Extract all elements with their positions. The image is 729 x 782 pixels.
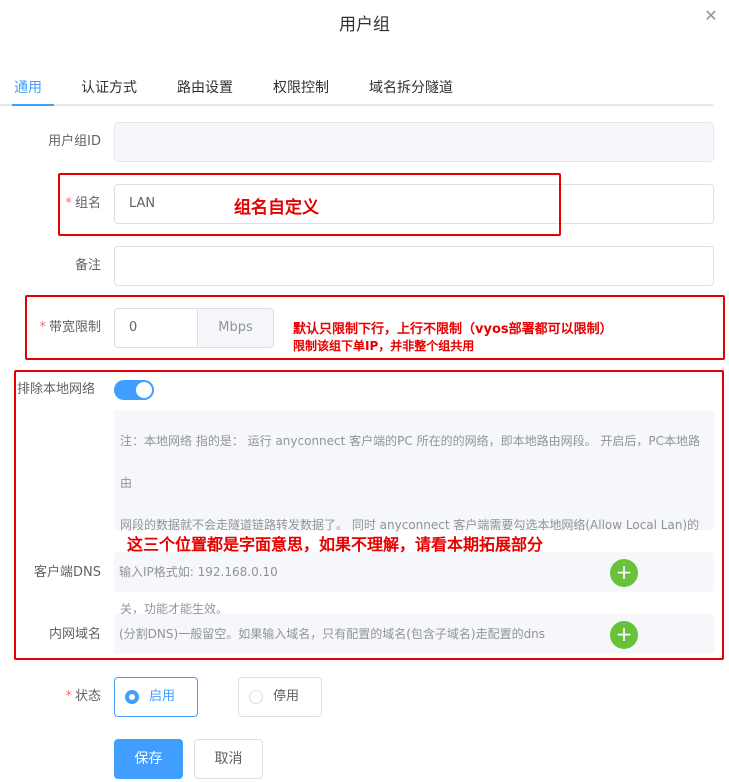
remark-label: 备注 <box>74 258 101 273</box>
tab-route-settings[interactable]: 路由设置 <box>177 78 233 98</box>
remark-input[interactable] <box>114 246 714 286</box>
radio-dot <box>125 690 139 704</box>
radio-dot <box>249 690 263 704</box>
radio-label-enable: 启用 <box>149 689 176 704</box>
tab-general[interactable]: 通用 <box>14 78 42 98</box>
save-button[interactable]: 保存 <box>114 739 183 779</box>
annotation-box-local-network <box>14 370 724 660</box>
radio-label-disable: 停用 <box>273 689 300 704</box>
annotation-text-local-network: 这三个位置都是字面意思，如果不理解，请看本期拓展部分 <box>127 535 544 554</box>
annotation-text-bandwidth-1: 默认只限制下行，上行不限制（vyos部署都可以限制） <box>293 322 613 337</box>
tab-permission-control[interactable]: 权限控制 <box>273 78 329 98</box>
annotation-text-group-name: 组名自定义 <box>234 198 319 218</box>
cancel-button[interactable]: 取消 <box>194 739 263 779</box>
status-label-text: 状态 <box>74 689 101 704</box>
tab-auth-method[interactable]: 认证方式 <box>81 78 137 98</box>
annotation-text-bandwidth-2: 限制该组下单IP，并非整个组共用 <box>293 339 475 353</box>
status-radio-disable[interactable]: 停用 <box>238 677 322 717</box>
tab-bar: 通用 认证方式 路由设置 权限控制 域名拆分隧道 <box>0 78 713 106</box>
tab-active-underline <box>12 104 54 106</box>
tab-domain-split-tunnel[interactable]: 域名拆分隧道 <box>369 78 453 98</box>
group-id-input <box>114 122 714 162</box>
dialog-title: 用户组 <box>339 15 390 35</box>
required-asterisk: * <box>65 689 72 704</box>
status-label: * 状态 <box>20 688 101 706</box>
group-id-label: 用户组ID <box>48 134 101 149</box>
close-icon[interactable]: ✕ <box>703 8 719 24</box>
status-radio-enable[interactable]: 启用 <box>114 677 198 717</box>
